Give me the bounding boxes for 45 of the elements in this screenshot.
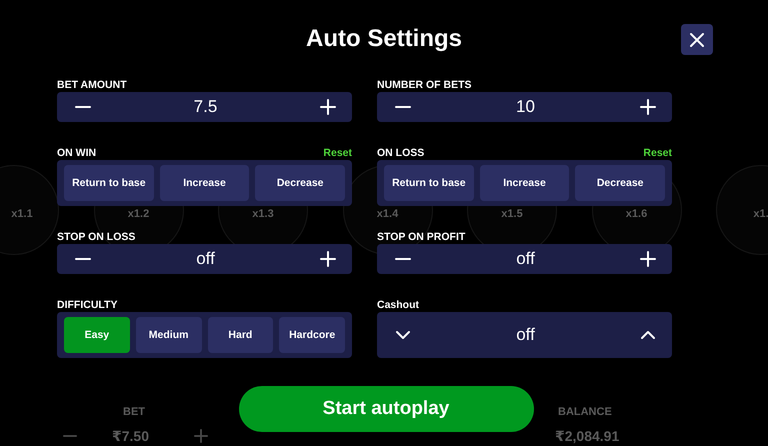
reset-link[interactable]: Reset — [643, 147, 672, 159]
option-button[interactable]: Increase — [160, 165, 250, 201]
field-value: 10 — [516, 97, 535, 117]
field-label: DIFFICULTY — [57, 299, 118, 311]
field-label: STOP ON PROFIT — [377, 231, 466, 243]
dropdown-field[interactable]: off — [377, 312, 672, 358]
field-label: Cashout — [377, 299, 419, 311]
stepper-field[interactable]: off — [57, 244, 352, 274]
close-icon — [689, 32, 705, 48]
field-label: BET AMOUNT — [57, 79, 127, 91]
close-button[interactable] — [681, 24, 713, 55]
multiplier-label: x1.2 — [126, 208, 150, 220]
field-value: off — [516, 249, 535, 269]
multiplier-label: x1.4 — [376, 208, 400, 220]
balance-label: BALANCE — [558, 407, 612, 418]
field-label: ON LOSS — [377, 147, 424, 159]
option-button[interactable]: Easy — [64, 317, 130, 353]
dialog-title: Auto Settings — [306, 25, 462, 53]
option-button[interactable]: Medium — [136, 317, 202, 353]
field-label: STOP ON LOSS — [57, 231, 136, 243]
reset-link[interactable]: Reset — [323, 147, 352, 159]
balance-value: ₹2,084.91 — [555, 429, 620, 443]
option-button[interactable]: Increase — [480, 165, 570, 201]
bet-value: ₹7.50 — [112, 429, 149, 443]
multiplier-label: x1.1 — [10, 208, 34, 220]
stepper-field[interactable]: 7.5 — [57, 92, 352, 122]
bet-label: BET — [123, 407, 145, 418]
option-button[interactable]: Return to base — [64, 165, 154, 201]
option-button[interactable]: Decrease — [575, 165, 666, 201]
field-value: 7.5 — [194, 97, 218, 117]
field-value: off — [196, 249, 215, 269]
field-label: ON WIN — [57, 147, 96, 159]
multiplier-label: x1.5 — [500, 208, 524, 220]
option-button[interactable]: Return to base — [384, 165, 474, 201]
multiplier-label: x1.6 — [624, 208, 648, 220]
option-button[interactable]: Hardcore — [279, 317, 345, 353]
stepper-field[interactable]: off — [377, 244, 672, 274]
multiplier-label: x1.3 — [251, 208, 275, 220]
multiplier-label: x1. — [752, 208, 768, 220]
option-button[interactable]: Decrease — [255, 165, 346, 201]
option-button[interactable]: Hard — [208, 317, 274, 353]
start-autoplay-button[interactable]: Start autoplay — [238, 386, 534, 432]
field-label: NUMBER OF BETS — [377, 79, 472, 91]
field-value: off — [516, 325, 535, 345]
stepper-field[interactable]: 10 — [377, 92, 672, 122]
